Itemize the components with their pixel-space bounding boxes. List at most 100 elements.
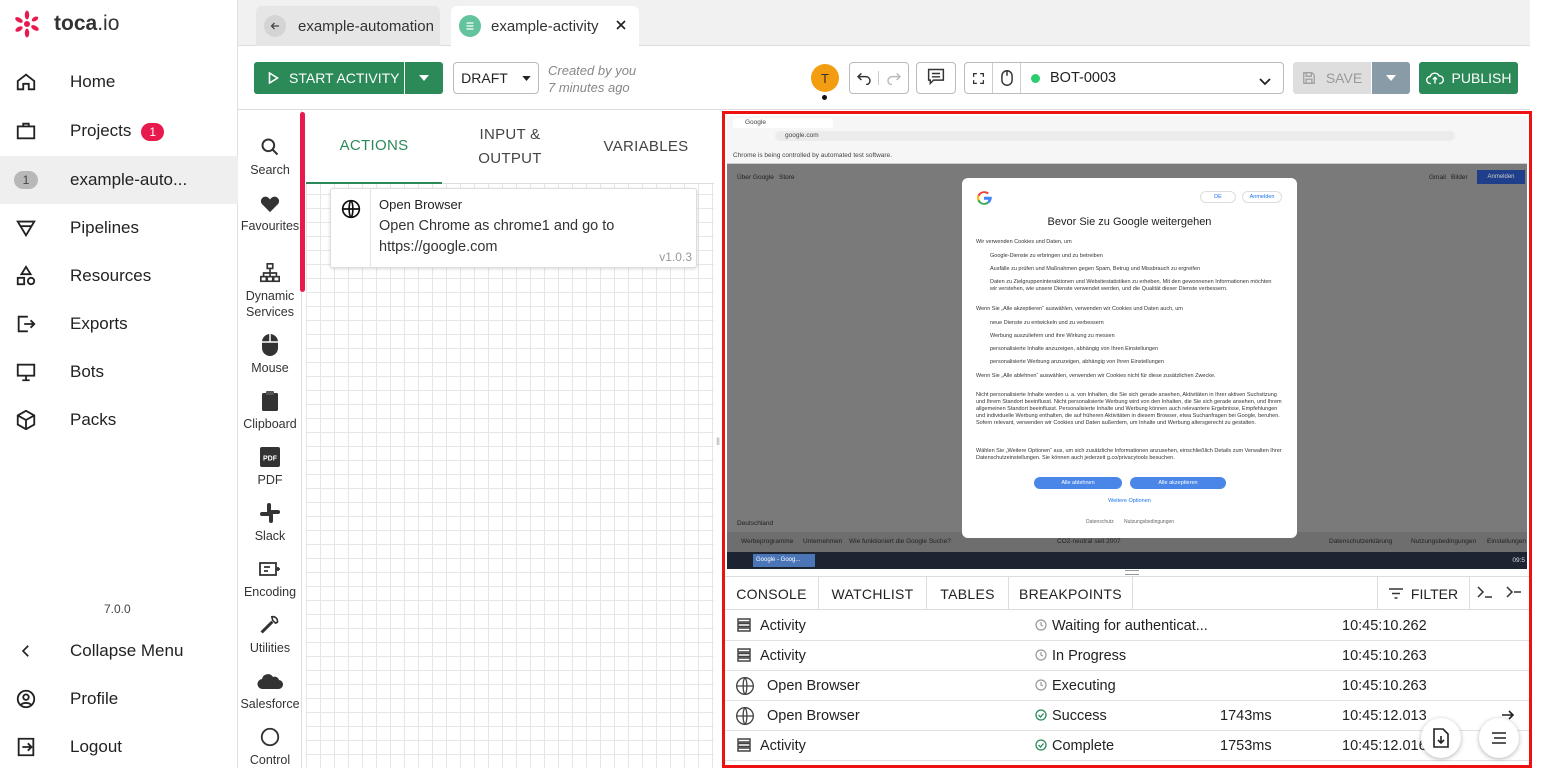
close-tab-icon[interactable] — [613, 17, 629, 37]
draft-version-select[interactable]: DRAFT — [453, 62, 539, 94]
nav-resources[interactable]: Resources — [0, 252, 238, 300]
open-browser-action-card[interactable]: Open Browser Open Chrome as chrome1 and … — [330, 188, 697, 269]
encoding-icon — [238, 556, 302, 582]
nav-label: Resources — [70, 266, 152, 285]
action-card-title: Open Browser — [379, 197, 463, 212]
bot-selector[interactable]: BOT-0003 — [964, 62, 1284, 94]
save-options-dropdown[interactable] — [1372, 62, 1410, 94]
log-name: Activity — [760, 738, 806, 754]
console-row[interactable]: Activity In Progress 10:45:10.263 — [725, 641, 1529, 671]
tab-example-automation[interactable]: example-automation — [256, 6, 440, 46]
dialog-signin-button: Anmelden — [1242, 191, 1282, 203]
editor-tab-bar: example-automation example-activity — [238, 0, 1530, 46]
tab-input-output[interactable]: INPUT & OUTPUT — [442, 110, 578, 184]
user-avatar[interactable]: T — [811, 64, 839, 92]
nav-profile[interactable]: Profile — [0, 675, 238, 723]
tab-variables[interactable]: VARIABLES — [578, 110, 714, 184]
tab-breakpoints[interactable]: BREAKPOINTS — [1009, 577, 1133, 610]
collapse-menu-button[interactable]: Collapse Menu — [0, 627, 238, 675]
clock-icon — [1035, 619, 1047, 635]
console-row[interactable]: Open Browser Executing 10:45:10.263 — [725, 671, 1529, 701]
check-icon — [1035, 709, 1047, 725]
wrap-lines-button[interactable] — [1479, 718, 1519, 758]
tab-watchlist[interactable]: WATCHLIST — [819, 577, 927, 610]
nav-pipelines[interactable]: Pipelines — [0, 204, 238, 252]
panel-resize-handle[interactable]: ‖ — [716, 437, 720, 448]
save-button[interactable]: SAVE — [1293, 62, 1371, 94]
nav-home[interactable]: Home — [0, 58, 238, 106]
log-name: Activity — [760, 648, 806, 664]
palette-dynamic-services[interactable]: Dynamic Services — [238, 260, 302, 320]
check-icon — [1035, 739, 1047, 755]
palette-search[interactable]: Search — [238, 134, 302, 178]
palette-utilities[interactable]: Utilities — [238, 612, 302, 656]
publish-label: PUBLISH — [1451, 70, 1512, 86]
dialog-title: Bevor Sie zu Google weitergehen — [1047, 216, 1212, 228]
palette-favourites[interactable]: Favourites — [238, 190, 302, 234]
palette-pdf[interactable]: PDF PDF — [238, 444, 302, 488]
save-label: SAVE — [1325, 70, 1363, 86]
back-arrow-icon[interactable] — [264, 15, 286, 37]
actions-canvas[interactable]: ACTIONS INPUT & OUTPUT VARIABLES Open Br… — [306, 110, 714, 768]
app-version: 7.0.0 — [104, 602, 131, 616]
nav-current-project[interactable]: 1 example-auto... — [0, 156, 238, 204]
language-button: DE — [1200, 191, 1236, 203]
console-row[interactable]: Open Browser Success 1743ms 10:45:12.013 — [725, 701, 1529, 731]
console-row[interactable]: Activity Waiting for authenticat... 10:4… — [725, 611, 1529, 641]
clock-icon — [1035, 679, 1047, 695]
palette-control[interactable]: Control — [238, 724, 302, 768]
terminal-collapse-icon[interactable] — [1506, 585, 1522, 603]
comment-icon — [926, 67, 946, 90]
tab-tables[interactable]: TABLES — [927, 577, 1009, 610]
palette-slack[interactable]: Slack — [238, 500, 302, 544]
palette-encoding[interactable]: Encoding — [238, 556, 302, 600]
shapes-icon — [14, 264, 38, 288]
log-duration: 1743ms — [1220, 708, 1272, 724]
palette-clipboard[interactable]: Clipboard — [238, 388, 302, 432]
console-row[interactable]: Activity Complete 1753ms 10:45:12.016 — [725, 731, 1529, 761]
redo-icon[interactable] — [879, 71, 908, 85]
nav-packs[interactable]: Packs — [0, 396, 238, 444]
remote-taskbar: Google - Goog... 09:5 — [727, 552, 1527, 569]
tab-example-activity[interactable]: example-activity — [451, 6, 639, 46]
action-card-description: Open Chrome as chrome1 and go to https:/… — [379, 218, 615, 255]
download-log-button[interactable] — [1421, 718, 1461, 758]
nav-exports[interactable]: Exports — [0, 300, 238, 348]
nav-logout[interactable]: Logout — [0, 723, 238, 771]
tab-label: example-activity — [491, 17, 599, 35]
nav-bots[interactable]: Bots — [0, 348, 238, 396]
mouse-icon[interactable] — [993, 63, 1021, 93]
google-g-icon — [977, 191, 992, 205]
pipeline-icon — [14, 216, 38, 240]
pdf-icon: PDF — [238, 444, 302, 470]
remote-screen[interactable]: Google google.com Chrome is being contro… — [727, 116, 1527, 569]
nav-projects[interactable]: Projects 1 — [0, 107, 238, 155]
caret-down-icon — [522, 75, 531, 81]
bot-status-dot — [1031, 73, 1040, 83]
filter-button[interactable]: FILTER — [1377, 577, 1469, 610]
comments-button[interactable] — [916, 62, 956, 94]
side-navigation: toca.io Home Projects 1 1 example-auto...… — [0, 0, 238, 768]
start-activity-button[interactable]: START ACTIVITY — [254, 62, 404, 94]
fullscreen-icon[interactable] — [965, 63, 993, 93]
activity-icon — [459, 15, 481, 37]
palette-salesforce[interactable]: Salesforce — [238, 668, 302, 712]
app-logo[interactable]: toca.io — [14, 10, 119, 38]
log-duration: 1753ms — [1220, 738, 1272, 754]
palette-scrollbar[interactable] — [300, 112, 305, 292]
brand-name: toca.io — [54, 12, 120, 35]
palette-mouse[interactable]: Mouse — [238, 332, 302, 376]
terminal-expand-icon[interactable] — [1477, 585, 1493, 603]
undo-icon[interactable] — [850, 71, 879, 85]
tab-actions[interactable]: ACTIONS — [306, 110, 442, 184]
publish-button[interactable]: PUBLISH — [1419, 62, 1518, 94]
nav-label: Home — [70, 72, 116, 91]
caret-down-icon — [1386, 75, 1396, 81]
nav-label: Packs — [70, 410, 117, 429]
console-resize-handle[interactable] — [1125, 570, 1139, 575]
user-circle-icon — [14, 687, 38, 711]
log-time: 10:45:12.013 — [1342, 708, 1427, 724]
log-time: 10:45:12.016 — [1342, 738, 1427, 754]
start-options-dropdown[interactable] — [405, 62, 443, 94]
tab-console[interactable]: CONSOLE — [725, 577, 819, 610]
